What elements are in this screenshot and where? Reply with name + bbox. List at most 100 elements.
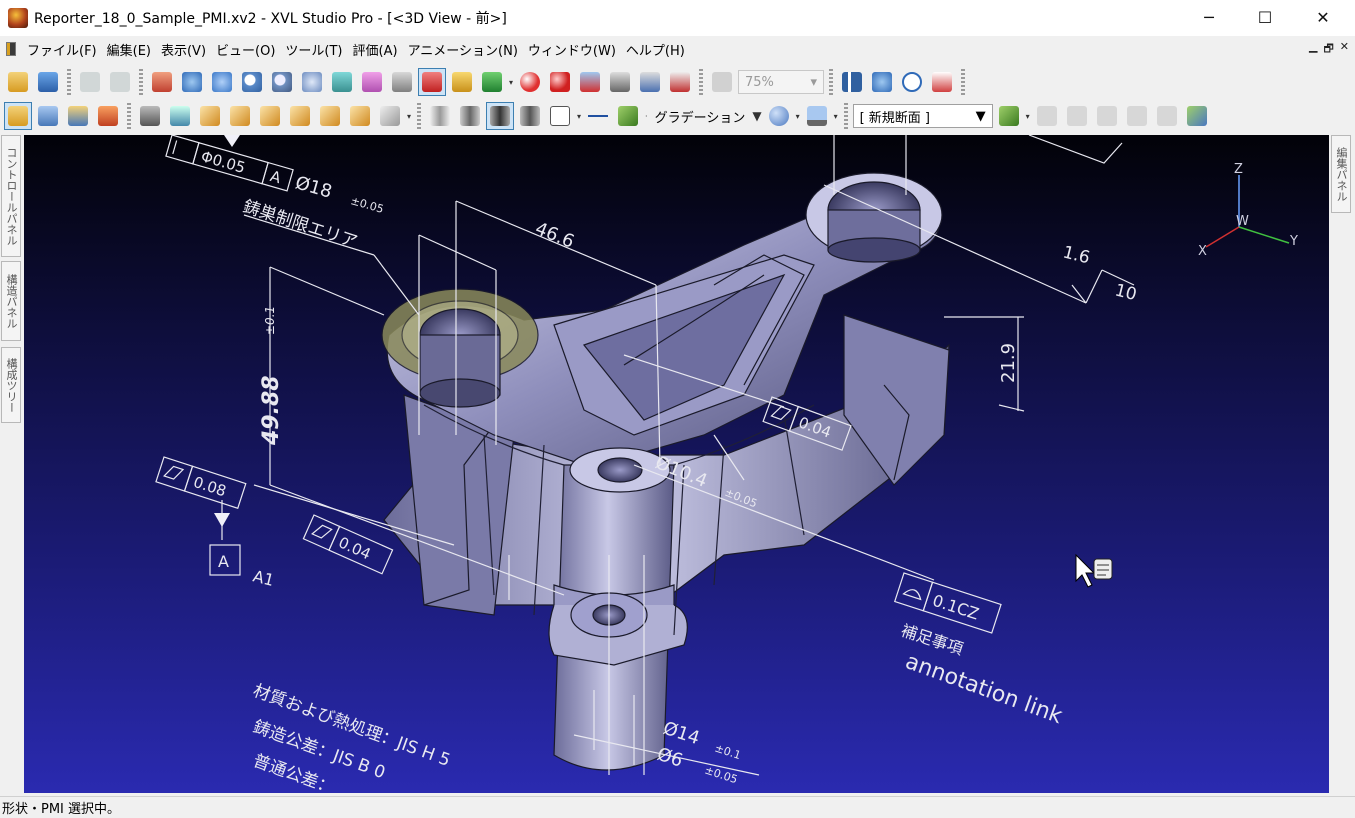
zoom-box-button[interactable] (268, 68, 296, 96)
shaded-edges-button[interactable] (486, 102, 515, 130)
explode-button[interactable] (636, 68, 664, 96)
zoom-button[interactable] (238, 68, 266, 96)
view-top-button[interactable] (346, 102, 374, 130)
section-plane-button[interactable] (995, 102, 1023, 130)
home-view-button[interactable] (148, 68, 176, 96)
section-tool-5-button[interactable] (1153, 102, 1181, 130)
markup-button[interactable] (478, 68, 506, 96)
section-tool-2-button[interactable] (1063, 102, 1091, 130)
section-button[interactable] (576, 68, 604, 96)
cube-iso-icon (200, 106, 220, 126)
section-tool-icon (1036, 106, 1057, 126)
menu-edit[interactable]: 編集(E) (102, 40, 156, 59)
select-tool-button[interactable] (328, 68, 356, 96)
tree-button[interactable] (64, 102, 92, 130)
zoom-combo[interactable]: 75% ▾ (738, 70, 825, 94)
status-bar: 形状・PMI 選択中。 (0, 796, 1355, 818)
display-settings-button[interactable] (34, 102, 62, 130)
maximize-button[interactable]: ☐ (1236, 0, 1294, 34)
axis-w-label: W (1236, 214, 1249, 229)
sphere-button[interactable] (546, 68, 574, 96)
import-button[interactable] (94, 102, 122, 130)
rotate-button[interactable] (208, 68, 236, 96)
undo-button[interactable] (76, 68, 104, 96)
menu-help[interactable]: ヘルプ(H) (621, 40, 690, 59)
shaded-button[interactable] (456, 102, 484, 130)
menu-camera[interactable]: ビュー(O) (211, 40, 280, 59)
highlight-button[interactable] (358, 68, 386, 96)
chevron-down-icon[interactable]: ▼ (752, 109, 761, 123)
cube-top-icon (350, 106, 370, 126)
edit-panel-tab[interactable]: 編集パネル (1331, 135, 1351, 213)
dropdown-arrow-icon[interactable]: ▾ (509, 78, 513, 87)
interference-button[interactable] (666, 68, 694, 96)
select-mode-button[interactable] (136, 102, 164, 130)
open-button[interactable] (4, 68, 32, 96)
menu-animation[interactable]: アニメーション(N) (403, 40, 523, 59)
close-button[interactable]: ✕ (1294, 0, 1352, 34)
3d-viewport[interactable]: Φ0.05 A Ø18 ±0.05 鋳巣制限エリア 46.6 49.88 ±0.… (24, 135, 1329, 793)
measure-icon (392, 72, 412, 92)
mdi-minimize-button[interactable]: ▁ (1309, 40, 1317, 59)
menu-file[interactable]: ファイル(F) (22, 40, 102, 59)
dropdown-arrow-icon[interactable]: ▾ (834, 112, 838, 121)
wireframe-button[interactable] (426, 102, 454, 130)
fit-all-button[interactable] (166, 102, 194, 130)
section-combo[interactable]: [ 新規断面 ] ▼ (852, 104, 993, 128)
pmi-button[interactable] (418, 68, 446, 96)
section-tool-1-button[interactable] (1033, 102, 1061, 130)
view-front-button[interactable] (226, 102, 254, 130)
xvl-app-icon[interactable] (8, 8, 28, 28)
gradation-icon-button[interactable] (614, 102, 642, 130)
background-color-button[interactable] (765, 102, 793, 130)
fly-button[interactable] (708, 68, 736, 96)
dropdown-arrow-icon[interactable]: ▾ (796, 112, 800, 121)
measure-button[interactable] (388, 68, 416, 96)
menu-evaluate[interactable]: 評価(A) (348, 40, 403, 59)
toolbar-separator (67, 69, 71, 95)
hidden-line-button[interactable] (516, 102, 544, 130)
pan-button[interactable] (178, 68, 206, 96)
menu-window[interactable]: ウィンドウ(W) (523, 40, 621, 59)
explode-icon (640, 72, 661, 92)
section-tool-4-button[interactable] (1123, 102, 1151, 130)
outline-button[interactable] (546, 102, 574, 130)
transform-button[interactable] (868, 68, 896, 96)
mdi-close-button[interactable]: ✕ (1340, 40, 1349, 59)
section-settings-button[interactable] (1183, 102, 1211, 130)
control-panel-tab[interactable]: コントロールパネル (1, 135, 21, 257)
monitor-button[interactable] (803, 102, 831, 130)
dropdown-arrow-icon[interactable]: ▾ (1026, 112, 1030, 121)
clip-button[interactable] (606, 68, 634, 96)
dropdown-arrow-icon[interactable]: ▾ (407, 112, 411, 121)
path-button[interactable] (928, 68, 956, 96)
view-left-button[interactable] (286, 102, 314, 130)
section-tool-3-button[interactable] (1093, 102, 1121, 130)
redo-button[interactable] (106, 68, 134, 96)
section-tool-icon (1126, 106, 1147, 126)
datum-a1-label: A1 (251, 566, 276, 590)
edge-display-button[interactable] (584, 102, 612, 130)
view-iso-button[interactable] (196, 102, 224, 130)
view-back-button[interactable] (256, 102, 284, 130)
panel-toggle-button[interactable] (4, 102, 32, 130)
component-tree-tab[interactable]: 構成ツリー (1, 347, 21, 423)
save-button[interactable] (34, 68, 62, 96)
menu-view[interactable]: 表示(V) (156, 40, 211, 59)
fit-view-button[interactable] (298, 68, 326, 96)
annotation-button[interactable] (448, 68, 476, 96)
menu-tools[interactable]: ツール(T) (280, 40, 347, 59)
point-button[interactable] (516, 68, 544, 96)
document-icon[interactable] (6, 42, 16, 56)
view-right-button[interactable] (316, 102, 344, 130)
dropdown-arrow-icon[interactable]: ▾ (577, 112, 581, 121)
gradation-label[interactable]: グラデーション (651, 107, 750, 126)
transform-icon (872, 72, 893, 92)
mdi-restore-button[interactable]: 🗗 (1323, 40, 1333, 59)
structure-panel-tab[interactable]: 構造パネル (1, 261, 21, 341)
align-button[interactable] (838, 68, 866, 96)
view-bottom-button[interactable] (376, 102, 404, 130)
dropdown-arrow-icon[interactable]: · (645, 112, 648, 121)
minimize-button[interactable]: ─ (1180, 0, 1238, 34)
orbit-button[interactable] (898, 68, 926, 96)
